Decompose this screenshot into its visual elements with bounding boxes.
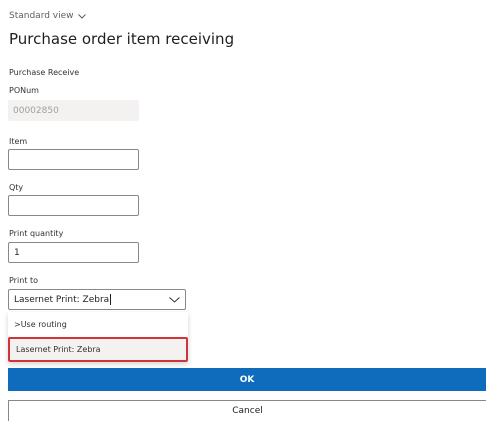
- print-to-select[interactable]: Lasernet Print: Zebra: [8, 289, 186, 310]
- ponum-field: [8, 100, 139, 121]
- qty-input[interactable]: [8, 195, 139, 216]
- page-title: Purchase order item receiving: [9, 30, 235, 48]
- text-cursor: [110, 294, 112, 305]
- print-to-value: Lasernet Print: Zebra: [14, 295, 110, 305]
- item-input[interactable]: [8, 149, 139, 170]
- ok-button[interactable]: OK: [8, 368, 486, 391]
- dropdown-option-use-routing[interactable]: >Use routing: [8, 312, 188, 337]
- section-header: Purchase Receive: [9, 68, 80, 77]
- cancel-button[interactable]: Cancel: [8, 400, 486, 421]
- view-label: Standard view: [9, 11, 74, 21]
- chevron-down-icon[interactable]: [169, 296, 180, 303]
- dropdown-option-lasernet-zebra[interactable]: Lasernet Print: Zebra: [8, 337, 188, 362]
- chevron-down-icon: [77, 13, 86, 19]
- qty-label: Qty: [9, 183, 24, 192]
- print-quantity-label: Print quantity: [9, 229, 64, 238]
- print-to-dropdown: >Use routing Lasernet Print: Zebra: [8, 312, 188, 362]
- ponum-label: PONum: [9, 86, 39, 95]
- view-switcher[interactable]: Standard view: [9, 11, 86, 21]
- print-quantity-input[interactable]: [8, 242, 139, 263]
- item-label: Item: [9, 137, 28, 146]
- print-to-label: Print to: [9, 276, 38, 285]
